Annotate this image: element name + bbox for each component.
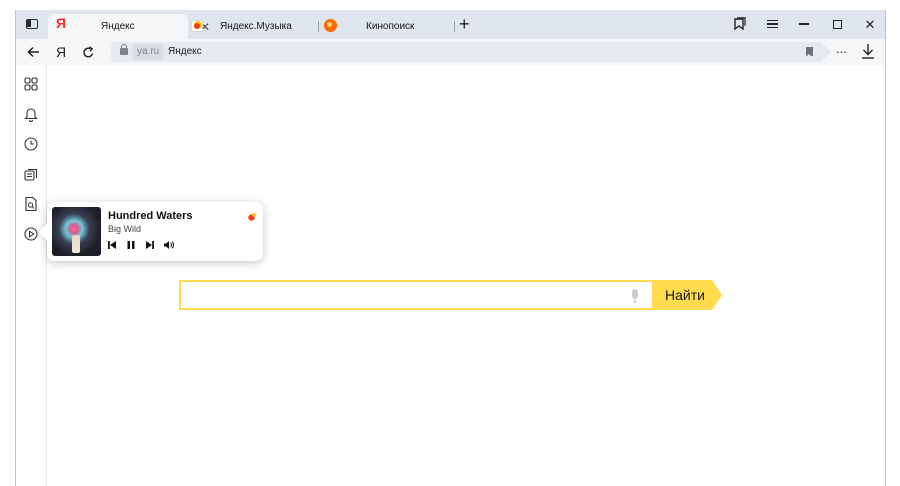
- menu-button[interactable]: [762, 14, 782, 34]
- sidebar: [16, 65, 47, 486]
- music-mini-player: Hundred Waters Big Wild: [47, 202, 263, 261]
- maximize-button[interactable]: [827, 14, 847, 34]
- yandex-home-button[interactable]: Я: [51, 42, 71, 62]
- pause-button[interactable]: [127, 240, 135, 250]
- album-cover[interactable]: [52, 207, 101, 256]
- next-icon: [146, 241, 154, 249]
- address-bar: Я ya.ru Яндекс ...: [16, 39, 885, 65]
- search-button[interactable]: Найти: [652, 280, 712, 310]
- tab-label: Яндекс: [101, 21, 135, 32]
- tab-label: Кинопоиск: [366, 21, 415, 32]
- track-title[interactable]: Hundred Waters: [108, 210, 193, 222]
- microphone-icon[interactable]: [632, 289, 638, 303]
- clock-icon[interactable]: [23, 136, 39, 152]
- tab-label: Яндекс.Музыка: [220, 21, 292, 32]
- apps-grid-icon[interactable]: [23, 76, 39, 92]
- tab-yandex-music[interactable]: Яндекс.Музыка: [188, 14, 318, 39]
- minimize-icon: [799, 23, 809, 25]
- domain-chip[interactable]: ya.ru: [133, 44, 164, 60]
- track-artist[interactable]: Big Wild: [108, 224, 141, 234]
- close-icon: ✕: [864, 16, 876, 32]
- more-button[interactable]: ...: [836, 41, 847, 56]
- tab-panel-toggle-icon[interactable]: [26, 19, 38, 29]
- tab-yandex-content[interactable]: Я Яндекс ✕: [48, 14, 210, 39]
- prev-track-button[interactable]: [108, 240, 116, 250]
- new-tab-button[interactable]: +: [459, 15, 470, 33]
- page-title: Яндекс: [168, 46, 202, 57]
- close-window-button[interactable]: ✕: [860, 14, 880, 34]
- bookmark-icon[interactable]: [806, 47, 813, 57]
- yandex-music-icon[interactable]: [247, 209, 257, 227]
- bell-icon[interactable]: [23, 106, 39, 122]
- search-page-icon[interactable]: [23, 196, 39, 212]
- arrow-left-icon: [26, 46, 39, 58]
- yandex-logo-icon: Я: [56, 15, 67, 31]
- search-form: Найти: [179, 280, 724, 310]
- back-button[interactable]: [23, 42, 43, 62]
- title-bar: Я Яндекс ✕ Яндекс.Музыка Кинопоиск + ✕: [16, 10, 885, 39]
- downloads-button[interactable]: [860, 43, 876, 61]
- collections-button[interactable]: [729, 14, 749, 34]
- collections-icon: [734, 17, 746, 31]
- maximize-icon: [832, 19, 842, 29]
- pause-icon: [127, 241, 135, 249]
- next-track-button[interactable]: [146, 240, 154, 250]
- volume-icon: [164, 241, 174, 249]
- minimize-button[interactable]: [794, 14, 814, 34]
- volume-button[interactable]: [164, 240, 174, 250]
- collections-icon[interactable]: [23, 166, 39, 182]
- reload-button[interactable]: [78, 42, 98, 62]
- yandex-logo-icon: Я: [55, 44, 67, 60]
- kinopoisk-icon: [324, 19, 337, 32]
- yandex-music-icon: [191, 20, 203, 32]
- prev-icon: [108, 241, 116, 249]
- search-button-arrow[interactable]: [712, 280, 722, 310]
- lock-icon[interactable]: [120, 44, 128, 55]
- url-field[interactable]: ya.ru Яндекс: [111, 42, 831, 62]
- play-circle-icon[interactable]: [23, 226, 39, 242]
- search-input[interactable]: [179, 280, 652, 310]
- hamburger-icon: [766, 20, 778, 28]
- download-icon: [862, 44, 874, 59]
- reload-icon: [82, 45, 93, 57]
- tab-kinopoisk[interactable]: Кинопоиск: [318, 14, 448, 39]
- tab-divider: [454, 21, 455, 32]
